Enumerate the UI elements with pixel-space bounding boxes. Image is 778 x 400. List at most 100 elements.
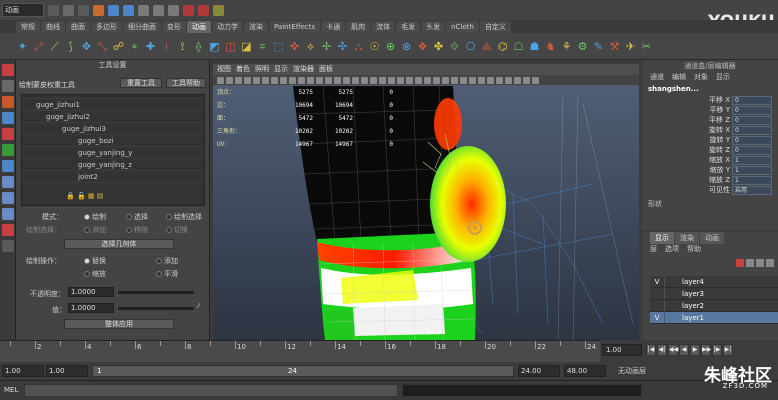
bend-icon[interactable]: ✣ xyxy=(336,39,349,54)
layer-tab[interactable]: 显示 xyxy=(650,232,674,244)
sculpt-icon[interactable]: ⟡ xyxy=(304,39,317,54)
move-layer-up-icon[interactable] xyxy=(756,259,764,267)
layer-type-toggle[interactable] xyxy=(664,300,678,311)
range-slider[interactable]: 1 24 xyxy=(92,365,514,377)
wave-icon[interactable]: ❖ xyxy=(416,39,429,54)
paint-select-remove-radio[interactable]: 移除 xyxy=(126,225,148,235)
viewport-tool-icon[interactable] xyxy=(514,76,521,84)
attribute-value[interactable]: 0 xyxy=(732,125,772,135)
mel-label[interactable]: MEL xyxy=(4,386,18,394)
viewport-menu-item[interactable]: 着色 xyxy=(236,64,250,75)
shelf-tab[interactable]: 动力学 xyxy=(212,21,243,33)
cluster-icon[interactable]: ⬚ xyxy=(272,39,285,54)
key-translate-icon[interactable]: ⟐ xyxy=(448,39,461,54)
selected-object-name[interactable]: shangshen... xyxy=(642,83,778,95)
manipulator-tool-icon[interactable] xyxy=(2,160,14,172)
attribute-value[interactable]: 0 xyxy=(732,145,772,155)
influence-list-item[interactable]: guge_jizhui2 xyxy=(22,111,204,123)
dope-sheet-icon[interactable]: ☖ xyxy=(512,39,525,54)
channel-attribute[interactable]: 旋转 Y0 xyxy=(642,135,778,145)
channel-attribute[interactable]: 缩放 Z1 xyxy=(642,175,778,185)
squash-icon[interactable]: ⊕ xyxy=(384,39,397,54)
viewport-tool-icon[interactable] xyxy=(307,76,314,84)
render-settings-icon[interactable] xyxy=(213,4,224,16)
layer-visibility-toggle[interactable]: V xyxy=(650,314,664,322)
viewport-tool-icon[interactable] xyxy=(397,76,404,84)
paint-select-toggle-radio[interactable]: 切换 xyxy=(166,225,188,235)
viewport-tool-icon[interactable] xyxy=(433,76,440,84)
attribute-value[interactable]: 1 xyxy=(732,175,772,185)
paint-icon[interactable]: ✎ xyxy=(592,39,605,54)
ik-handle-icon[interactable]: ✦ xyxy=(16,39,29,54)
viewport-tool-icon[interactable] xyxy=(424,76,431,84)
viewport-tool-icon[interactable] xyxy=(280,76,287,84)
channel-menu-item[interactable]: 通道 xyxy=(650,72,664,83)
open-scene-icon[interactable] xyxy=(63,4,74,16)
anim-layer-label[interactable]: 无动画层 xyxy=(618,366,646,376)
influence-list-item[interactable]: guge_yanjing_y xyxy=(22,147,204,159)
graph-editor-icon[interactable]: ⌬ xyxy=(496,39,509,54)
new-scene-icon[interactable] xyxy=(48,4,59,16)
layer-visibility-toggle[interactable]: V xyxy=(650,278,664,286)
playback-button[interactable]: ▶▶ xyxy=(701,344,711,356)
viewport-tool-icon[interactable] xyxy=(235,76,242,84)
select-object-icon[interactable] xyxy=(108,4,119,16)
shelf-tab[interactable]: 多边形 xyxy=(91,21,122,33)
shelf-tab[interactable]: 流体 xyxy=(371,21,396,33)
paint-op-add-radio[interactable]: 添加 xyxy=(156,256,178,266)
detach-skin-icon[interactable]: ⟆ xyxy=(64,39,77,54)
set-key-icon[interactable]: ✤ xyxy=(432,39,445,54)
channel-attribute[interactable]: 平移 Y0 xyxy=(642,105,778,115)
viewport-tool-icon[interactable] xyxy=(289,76,296,84)
layer-tab[interactable]: 渲染 xyxy=(675,232,699,244)
channel-attribute[interactable]: 缩放 X1 xyxy=(642,155,778,165)
viewport-tool-icon[interactable] xyxy=(217,76,224,84)
shelf-tab[interactable]: 细分曲面 xyxy=(123,21,161,33)
layer-type-toggle[interactable] xyxy=(664,276,678,287)
snap-curve-icon[interactable] xyxy=(153,4,164,16)
shelf-tab[interactable]: 卡通 xyxy=(321,21,346,33)
lasso-tool-icon[interactable] xyxy=(2,80,14,92)
layout-outliner-icon[interactable] xyxy=(2,240,14,252)
flood-button[interactable]: 整体应用 xyxy=(64,319,174,329)
playback-button[interactable]: ▶ xyxy=(690,344,700,356)
layer-menu-item[interactable]: 层 xyxy=(650,244,657,255)
viewport-tool-icon[interactable] xyxy=(460,76,467,84)
viewport-tool-icon[interactable] xyxy=(361,76,368,84)
shelf-tab[interactable]: 渲染 xyxy=(244,21,268,33)
viewport-tool-icon[interactable] xyxy=(532,76,539,84)
joint-tool-icon[interactable]: ⤢ xyxy=(32,39,45,54)
mode-paint-select-radio[interactable]: 绘制选择 xyxy=(166,212,202,222)
channel-attribute[interactable]: 缩放 Y1 xyxy=(642,165,778,175)
viewport-tool-icon[interactable] xyxy=(370,76,377,84)
playback-start-field[interactable]: 1.00 xyxy=(46,365,88,377)
viewport-tool-icon[interactable] xyxy=(334,76,341,84)
channel-attribute[interactable]: 可见性 启用 xyxy=(642,185,778,195)
constraint-parent-icon[interactable]: ◩ xyxy=(208,39,221,54)
shelf-tab[interactable]: 动画 xyxy=(187,21,211,33)
channel-menu-item[interactable]: 编辑 xyxy=(672,72,686,83)
viewport-menu-item[interactable]: 显示 xyxy=(274,64,288,75)
character-icon[interactable]: ⚘ xyxy=(560,39,573,54)
constraint-aim-icon[interactable]: ⟟ xyxy=(176,39,189,54)
tool-icon[interactable]: ✂ xyxy=(640,39,653,54)
viewport-menu-item[interactable]: 渲染器 xyxy=(293,64,314,75)
attribute-value[interactable]: 0 xyxy=(732,135,772,145)
attribute-value[interactable]: 0 xyxy=(732,115,772,125)
influence-list-item[interactable]: guge_jizhui3 xyxy=(22,123,204,135)
constraint-scale-icon[interactable]: ⟠ xyxy=(192,39,205,54)
rotate-tool-icon[interactable] xyxy=(2,128,14,140)
reset-tool-button[interactable]: 重置工具 xyxy=(120,78,162,88)
influence-lock-icons[interactable]: 🔒 🔓 ▦ ▤ xyxy=(66,192,103,200)
channel-menu-item[interactable]: 显示 xyxy=(716,72,730,83)
shelf-tab[interactable]: PaintEffects xyxy=(269,21,321,33)
constraint-point-icon[interactable]: ✚ xyxy=(144,39,157,54)
viewport-tool-icon[interactable] xyxy=(487,76,494,84)
shelf-tab[interactable]: 毛发 xyxy=(396,21,421,33)
brush-icon[interactable]: ⚒ xyxy=(608,39,621,54)
layer-type-toggle[interactable] xyxy=(664,288,678,299)
blend-shape-icon[interactable]: ◪ xyxy=(240,39,253,54)
mirror-weights-icon[interactable]: ⤡ xyxy=(96,39,109,54)
select-tool-icon[interactable] xyxy=(2,64,14,76)
playback-button[interactable]: ◀◀ xyxy=(668,344,678,356)
